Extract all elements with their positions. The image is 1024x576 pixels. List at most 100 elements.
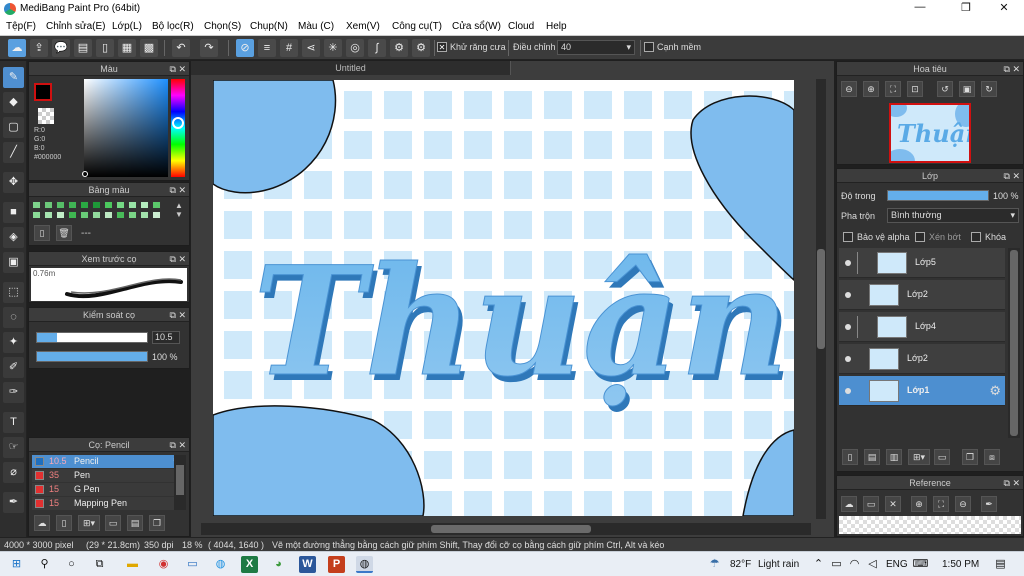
hue-slider[interactable] <box>171 79 185 177</box>
delete-palette-icon[interactable]: 🗑 <box>56 225 72 241</box>
reference-dropper-icon[interactable]: ✒ <box>981 496 997 512</box>
select-rect-tool-icon[interactable]: ⬚ <box>3 282 24 303</box>
brush-list-item[interactable]: 10.5Pencil⚙ <box>32 455 185 468</box>
menu-snap[interactable]: Chụp(N) <box>250 21 288 32</box>
artboard[interactable]: Thuận Thuận <box>213 80 794 516</box>
cortana-icon[interactable]: ○ <box>63 556 80 573</box>
menu-help[interactable]: Help <box>546 21 567 32</box>
brush-size-value[interactable]: 10.5 <box>152 331 180 344</box>
clipping-checkbox[interactable] <box>915 232 925 242</box>
page-icon[interactable]: ▯ <box>96 39 114 57</box>
gear-icon[interactable]: ⚙ <box>989 383 1001 399</box>
rectangle-tool-icon[interactable]: ▢ <box>3 117 24 138</box>
panel-close-icon[interactable]: ⧉ ✕ <box>170 183 186 197</box>
eye-icon[interactable] <box>845 356 851 362</box>
palette-swatch[interactable] <box>116 211 125 219</box>
layer-folder-icon[interactable]: ▭ <box>934 449 950 465</box>
eye-icon[interactable] <box>845 292 851 298</box>
message-icon[interactable]: ▤ <box>74 39 92 57</box>
menu-cloud[interactable]: Cloud <box>508 21 534 32</box>
reference-zoom-out-icon[interactable]: ⊖ <box>955 496 971 512</box>
undo-icon[interactable]: ↶ <box>172 39 190 57</box>
menu-edit[interactable]: Chỉnh sửa(E) <box>46 21 106 32</box>
excel-icon[interactable]: X <box>241 556 258 573</box>
operation-tool-icon[interactable]: ☞ <box>3 437 24 458</box>
merge-layer-icon[interactable]: ⧈ <box>984 449 1000 465</box>
text-tool-icon[interactable]: T <box>3 412 24 433</box>
curve-snap-icon[interactable]: ∫ <box>368 39 386 57</box>
brush-add-menu-icon[interactable]: ⊞▾ <box>78 515 100 531</box>
canvas-area[interactable]: Untitled Thuận Thuận <box>191 61 834 537</box>
palette-swatch[interactable] <box>128 211 137 219</box>
palette-swatch[interactable] <box>80 201 89 209</box>
new-halftone-layer-icon[interactable]: ▤ <box>864 449 880 465</box>
windows-start-icon[interactable]: ⊞ <box>8 556 25 573</box>
duplicate-layer-icon[interactable]: ❐ <box>962 449 978 465</box>
layer-row[interactable]: Lớp2 <box>839 344 1005 374</box>
menu-select[interactable]: Chọn(S) <box>204 21 241 32</box>
panel-close-icon[interactable]: ⧉ ✕ <box>170 252 186 266</box>
palette-swatch[interactable] <box>32 211 41 219</box>
notifications-icon[interactable]: ▤ <box>992 556 1009 573</box>
monitor-icon[interactable]: ▭ <box>184 556 201 573</box>
fill-rect-tool-icon[interactable]: ■ <box>3 202 24 223</box>
primary-color-swatch[interactable] <box>34 83 52 101</box>
clock-time[interactable]: 1:50 PM <box>942 559 979 570</box>
snap-settings-icon[interactable]: ⚙ <box>412 39 430 57</box>
perspective-snap-icon[interactable]: ⋖ <box>302 39 320 57</box>
zoom-in-icon[interactable]: ⊕ <box>863 81 879 97</box>
panel-close-icon[interactable]: ⧉ ✕ <box>1004 476 1020 490</box>
lasso-tool-icon[interactable]: ◌ <box>3 307 24 328</box>
app-icon[interactable]: ◉ <box>155 556 172 573</box>
brush-folder-icon[interactable]: ▭ <box>105 515 121 531</box>
cloud-icon[interactable]: ☁ <box>8 39 26 57</box>
language-indicator[interactable]: ENG <box>886 559 908 570</box>
parallel-snap-icon[interactable]: ≡ <box>258 39 276 57</box>
redo-icon[interactable]: ↷ <box>200 39 218 57</box>
medibang-taskbar-icon[interactable]: ◍ <box>356 556 373 573</box>
edge-browser-icon[interactable]: ◍ <box>212 556 229 573</box>
brush-duplicate-icon[interactable]: ❐ <box>149 515 165 531</box>
grid-snap-icon[interactable]: # <box>280 39 298 57</box>
line-tool-icon[interactable]: ╱ <box>3 142 24 163</box>
palette-swatch[interactable] <box>44 211 53 219</box>
saturation-value-picker[interactable] <box>82 79 168 177</box>
rotate-right-icon[interactable]: ↻ <box>981 81 997 97</box>
weather-icon[interactable]: ☂ <box>706 556 723 573</box>
menu-window[interactable]: Cửa sổ(W) <box>452 21 501 32</box>
input-mode-icon[interactable]: ⌨ <box>912 556 929 573</box>
reference-view[interactable] <box>839 516 1021 534</box>
bucket-tool-icon[interactable]: ◈ <box>3 227 24 248</box>
panel-close-icon[interactable]: ⧉ ✕ <box>170 308 186 322</box>
task-view-icon[interactable]: ⧉ <box>91 556 108 573</box>
volume-icon[interactable]: ◁ <box>864 556 881 573</box>
palette-swatch[interactable] <box>92 211 101 219</box>
circle-snap-icon[interactable]: ◎ <box>346 39 364 57</box>
layer-list-scrollbar[interactable] <box>1008 248 1020 438</box>
layer-opacity-slider[interactable] <box>887 190 989 201</box>
grid-page-icon[interactable]: ▩ <box>140 39 158 57</box>
panel-close-icon[interactable]: ⧉ ✕ <box>170 438 186 452</box>
correction-select[interactable]: 40 ▾ <box>557 40 635 55</box>
layer-row[interactable]: Lớp4 <box>839 312 1005 342</box>
maximize-button[interactable]: ❐ <box>946 1 986 17</box>
eye-icon[interactable] <box>845 388 851 394</box>
brush-tool-icon[interactable]: ✎ <box>3 67 24 88</box>
brush-list-scrollbar[interactable] <box>174 455 186 510</box>
soft-edge-checkbox[interactable] <box>644 42 654 52</box>
layer-row[interactable]: Lớp1 ⚙ <box>839 376 1005 406</box>
brush-settings-icon[interactable]: ▤ <box>127 515 143 531</box>
protect-alpha-checkbox[interactable] <box>843 232 853 242</box>
palette-swatch[interactable] <box>152 211 161 219</box>
reset-view-icon[interactable]: ▣ <box>959 81 975 97</box>
new-palette-icon[interactable]: ▯ <box>34 225 50 241</box>
reference-fit-icon[interactable]: ⛶ <box>933 496 949 512</box>
palette-swatch[interactable] <box>116 201 125 209</box>
reference-cloud-icon[interactable]: ☁ <box>841 496 857 512</box>
select-eraser-tool-icon[interactable]: ✑ <box>3 382 24 403</box>
new-1bit-layer-icon[interactable]: ▥ <box>886 449 902 465</box>
tray-chevron-icon[interactable]: ⌃ <box>810 556 827 573</box>
brush-size-slider[interactable] <box>36 332 148 343</box>
layer-row[interactable]: Lớp5 <box>839 248 1005 278</box>
palette-swatch[interactable] <box>104 201 113 209</box>
